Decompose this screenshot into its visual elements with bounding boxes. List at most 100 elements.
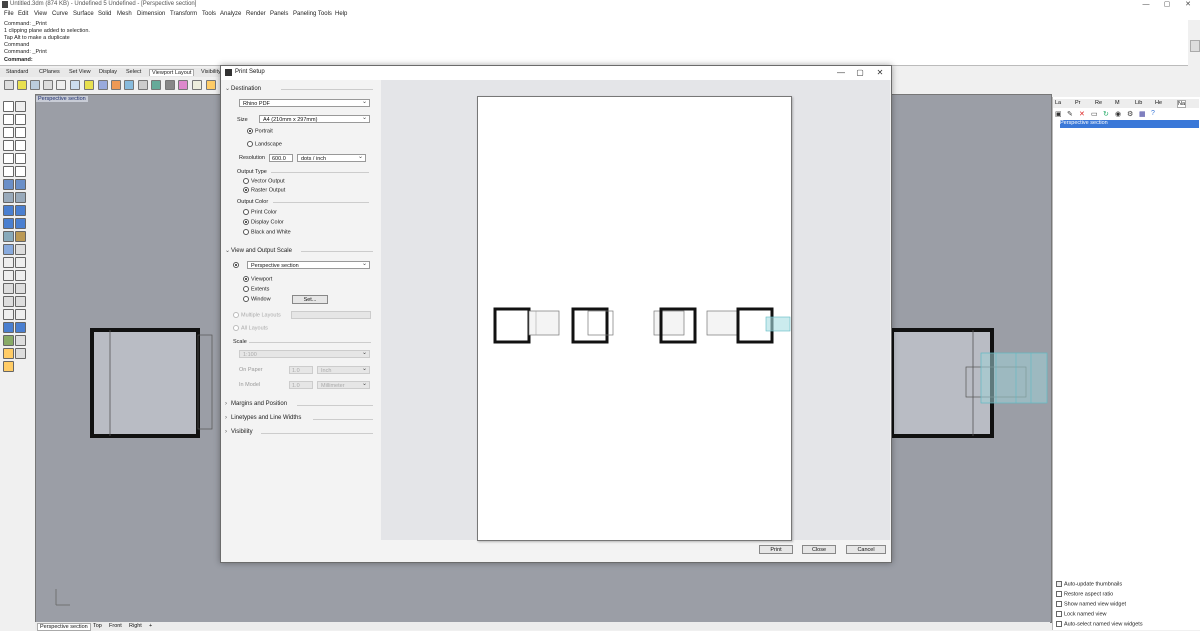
view-scale-section-header[interactable]: ⌄View and Output Scale: [225, 247, 292, 254]
tab-select[interactable]: Select: [124, 69, 143, 75]
menu-render[interactable]: Render: [246, 11, 266, 17]
landscape-radio[interactable]: Landscape: [247, 141, 282, 147]
scale-select[interactable]: 1:100: [239, 349, 370, 358]
print-icon[interactable]: [43, 80, 53, 90]
display-color-radio[interactable]: Display Color: [243, 219, 284, 225]
cancel-button[interactable]: Cancel: [846, 545, 886, 554]
menu-transform[interactable]: Transform: [170, 11, 197, 17]
eye-icon[interactable]: ◉: [1115, 110, 1121, 118]
rectangle-icon[interactable]: [15, 153, 26, 164]
option-lock-named-view[interactable]: Lock named view: [1056, 611, 1107, 617]
clipboard-icon[interactable]: [56, 80, 66, 90]
printer-select[interactable]: Rhino PDF: [239, 98, 370, 107]
option-auto-update-thumbnails[interactable]: Auto-update thumbnails: [1056, 581, 1122, 587]
polyline-icon[interactable]: [3, 114, 14, 125]
explode-icon[interactable]: [15, 270, 26, 281]
menu-analyze[interactable]: Analyze: [220, 11, 241, 17]
split-icon[interactable]: [15, 257, 26, 268]
surface-icon[interactable]: [3, 179, 14, 190]
delete-view-icon[interactable]: ✕: [1079, 110, 1085, 118]
destination-section-header[interactable]: ⌄Destination: [225, 85, 261, 92]
option-restore-aspect-ratio[interactable]: Restore aspect ratio: [1056, 591, 1113, 597]
layout-icon[interactable]: [15, 335, 26, 346]
set-window-button[interactable]: Set...: [292, 295, 328, 304]
chamfer-icon[interactable]: [15, 322, 26, 333]
copy-icon[interactable]: [15, 283, 26, 294]
tab-cplanes[interactable]: CPlanes: [37, 69, 62, 75]
menu-dimension[interactable]: Dimension: [137, 11, 165, 17]
options-icon[interactable]: [206, 80, 216, 90]
viewport-radio[interactable]: Viewport: [243, 276, 272, 282]
point-icon[interactable]: [15, 101, 26, 112]
menu-edit[interactable]: Edit: [18, 11, 28, 17]
rotate-icon[interactable]: [3, 296, 14, 307]
freeform-icon[interactable]: [3, 166, 14, 177]
undo-view-icon[interactable]: [138, 80, 148, 90]
panel-tab-render[interactable]: Re: [1095, 100, 1102, 106]
window-radio[interactable]: Window: [243, 296, 271, 302]
raster-output-radio[interactable]: Raster Output: [243, 187, 285, 193]
analyze-icon[interactable]: [3, 335, 14, 346]
black-white-radio[interactable]: Black and White: [243, 229, 291, 235]
control-points-icon[interactable]: [3, 127, 14, 138]
zoom-icon[interactable]: [98, 80, 108, 90]
close-button[interactable]: ✕: [1178, 0, 1198, 10]
panel-tab-materials[interactable]: M: [1115, 100, 1120, 106]
revolve-icon[interactable]: [15, 192, 26, 203]
menu-mesh[interactable]: Mesh: [117, 11, 132, 17]
menu-view[interactable]: View: [34, 11, 47, 17]
menu-surface[interactable]: Surface: [73, 11, 94, 17]
mesh-icon[interactable]: [3, 231, 14, 242]
grid-view-icon[interactable]: ▦: [1139, 110, 1146, 118]
menu-paneling-tools[interactable]: Paneling Tools: [293, 11, 332, 17]
edit-view-icon[interactable]: ✎: [1067, 110, 1073, 118]
menu-panels[interactable]: Panels: [270, 11, 288, 17]
gear-icon[interactable]: ⚙: [1127, 110, 1133, 118]
menu-file[interactable]: File: [4, 11, 14, 17]
view-select[interactable]: Perspective section: [247, 260, 370, 269]
portrait-radio[interactable]: Portrait: [247, 128, 273, 134]
select-arrow-icon[interactable]: [3, 101, 14, 112]
print-button[interactable]: Print: [759, 545, 793, 554]
dialog-minimize-button[interactable]: —: [831, 67, 851, 79]
dialog-maximize-button[interactable]: ▢: [850, 67, 870, 79]
zoom-extents-icon[interactable]: [124, 80, 134, 90]
viewport-tab-front[interactable]: Front: [107, 623, 124, 629]
open-file-icon[interactable]: [17, 80, 27, 90]
linetypes-section-header[interactable]: › Linetypes and Line Widths: [225, 415, 301, 421]
in-model-unit-select[interactable]: Millimeter: [317, 380, 370, 389]
panel-tab-properties[interactable]: Pr: [1075, 100, 1081, 106]
extents-radio[interactable]: Extents: [243, 286, 269, 292]
folder-icon[interactable]: ▭: [1091, 110, 1098, 118]
array-icon[interactable]: [3, 309, 14, 320]
hatch-icon[interactable]: [15, 244, 26, 255]
paper-size-select[interactable]: A4 (210mm x 297mm): [259, 114, 370, 123]
mirror-icon[interactable]: [15, 309, 26, 320]
multiple-layouts-input[interactable]: [291, 311, 371, 319]
option-show-named-view-widget[interactable]: Show named view widget: [1056, 601, 1126, 607]
arc-icon[interactable]: [15, 140, 26, 151]
menu-help[interactable]: Help: [335, 11, 347, 17]
tab-display[interactable]: Display: [97, 69, 119, 75]
viewport-tab-right[interactable]: Right: [127, 623, 144, 629]
ellipse-icon[interactable]: [3, 140, 14, 151]
lights-icon[interactable]: [178, 80, 188, 90]
all-layouts-radio[interactable]: All Layouts: [233, 325, 268, 331]
restore-view-icon[interactable]: ↻: [1103, 110, 1109, 118]
panel-tab-libraries[interactable]: Lib: [1135, 100, 1142, 106]
polygon-icon[interactable]: [3, 153, 14, 164]
boolean-union-icon[interactable]: [15, 218, 26, 229]
render-settings-icon[interactable]: [3, 348, 14, 359]
maximize-button[interactable]: ▢: [1157, 0, 1177, 10]
move-icon[interactable]: [3, 283, 14, 294]
circle-icon[interactable]: [15, 127, 26, 138]
box-icon[interactable]: [3, 205, 14, 216]
join-icon[interactable]: [3, 270, 14, 281]
in-model-input[interactable]: 1.0: [289, 381, 313, 389]
visibility-section-header[interactable]: › Visibility: [225, 429, 253, 435]
on-paper-unit-select[interactable]: Inch: [317, 365, 370, 374]
vector-output-radio[interactable]: Vector Output: [243, 178, 285, 184]
trim-icon[interactable]: [3, 257, 14, 268]
zoom-window-icon[interactable]: [111, 80, 121, 90]
dialog-close-text-button[interactable]: Close: [802, 545, 836, 554]
